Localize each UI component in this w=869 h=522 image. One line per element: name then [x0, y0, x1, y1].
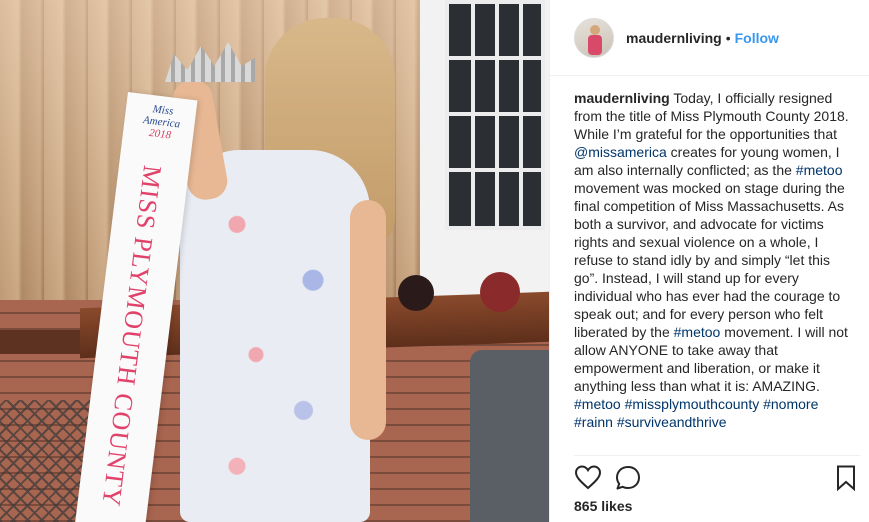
post-caption: maudernliving Today, I officially resign… — [574, 89, 850, 431]
bookmark-icon — [837, 465, 855, 492]
decor-ball — [480, 272, 520, 312]
hashtag-link[interactable]: #metoo — [574, 396, 621, 412]
separator-dot: • — [725, 29, 731, 46]
person-arm — [350, 200, 386, 440]
caption-segment: movement was mocked on stage during the … — [574, 180, 845, 340]
post-header: maudernliving • Follow — [550, 0, 869, 76]
house-window — [445, 0, 545, 230]
hashtag-link[interactable]: @missamerica — [574, 144, 667, 160]
floral-dress — [180, 150, 370, 522]
comment-button[interactable] — [614, 464, 642, 492]
caption-username[interactable]: maudernliving — [574, 90, 670, 106]
post-photo[interactable]: Miss America 2018 MISS PLYMOUTH COUNTY — [0, 0, 549, 522]
hashtag-link[interactable]: #rainn — [574, 414, 613, 430]
post-sidebar: maudernliving • Follow maudernliving Tod… — [549, 0, 869, 522]
hashtag-link[interactable]: #nomore — [763, 396, 818, 412]
patio-chair — [470, 350, 549, 522]
heart-icon — [574, 465, 602, 490]
header-username[interactable]: maudernliving — [626, 30, 722, 46]
comment-bubble-icon — [616, 466, 640, 490]
sash-logo: Miss America 2018 — [142, 103, 181, 142]
hashtag-link[interactable]: #metoo — [674, 324, 721, 340]
likes-count[interactable]: 865 likes — [574, 498, 632, 514]
hashtag-link[interactable]: #metoo — [796, 162, 843, 178]
hashtag-link[interactable]: #missplymouthcounty — [625, 396, 760, 412]
caption-text: Today, I officially resigned from the ti… — [574, 90, 849, 430]
follow-button[interactable]: Follow — [735, 30, 779, 46]
avatar[interactable] — [574, 17, 614, 58]
action-bar — [574, 464, 860, 492]
like-button[interactable] — [574, 464, 602, 492]
divider — [574, 455, 860, 456]
hashtag-link[interactable]: #surviveandthrive — [617, 414, 727, 430]
decor-ball — [398, 275, 434, 311]
divider — [574, 75, 860, 76]
save-button[interactable] — [832, 464, 860, 492]
